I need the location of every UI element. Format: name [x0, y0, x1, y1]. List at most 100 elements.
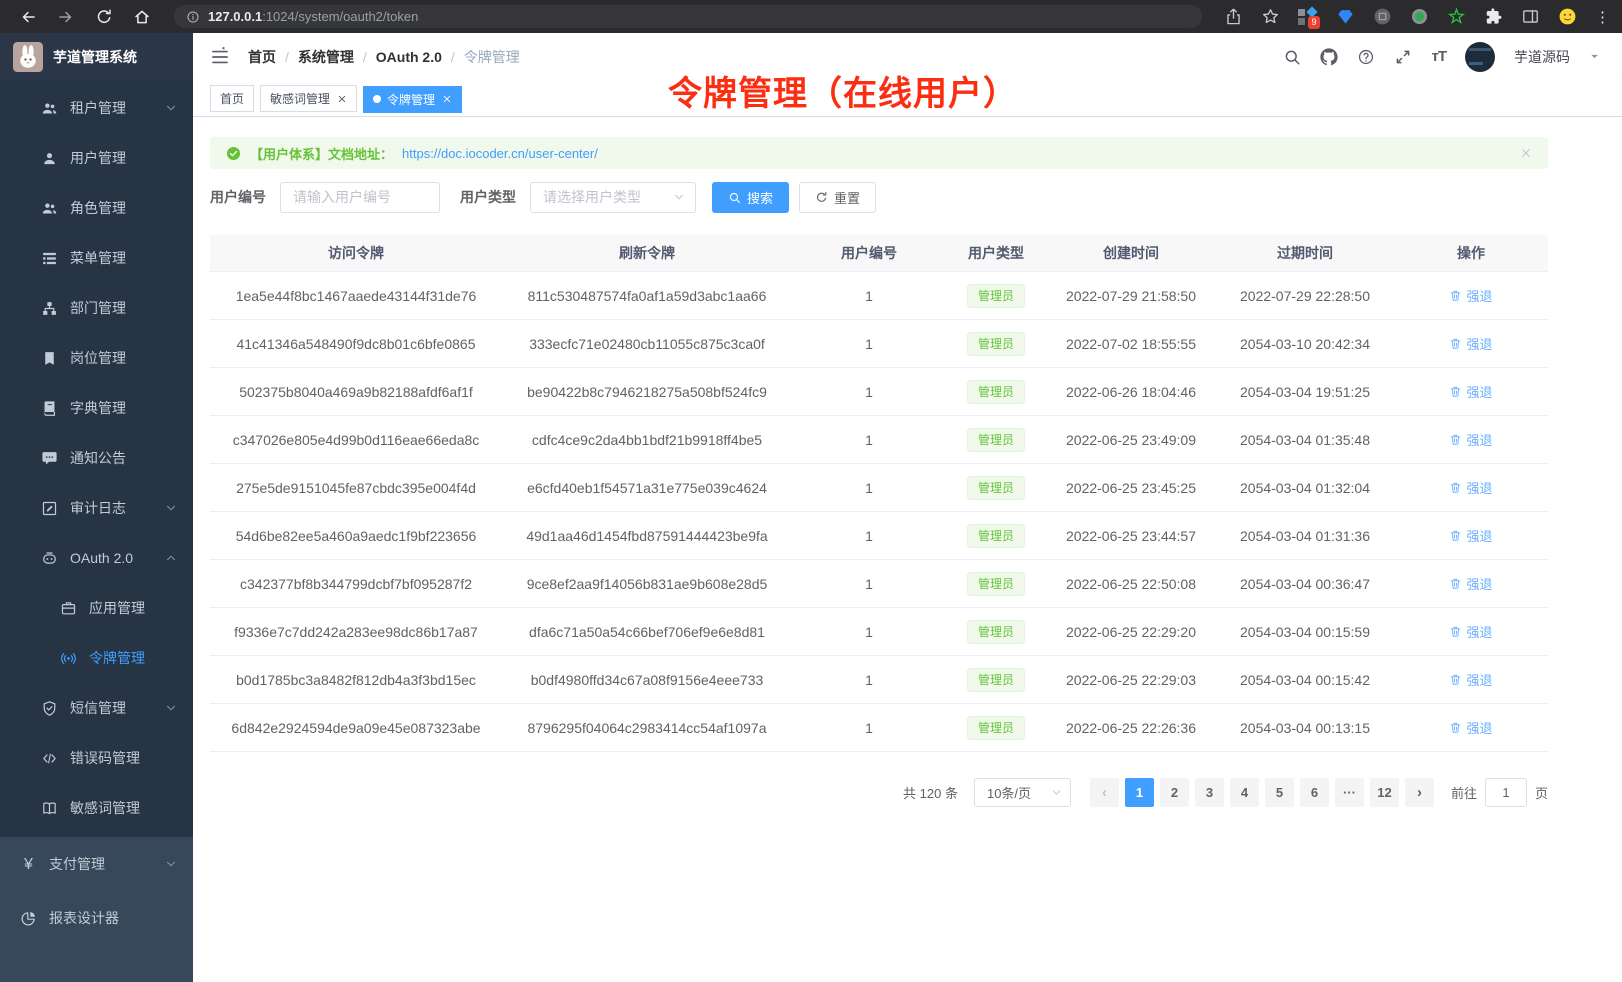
sidebar-item[interactable]: OAuth 2.0	[0, 533, 193, 583]
alert-text: 【用户体系】文档地址：	[250, 144, 393, 163]
browser-back-icon[interactable]	[19, 8, 37, 26]
sidebar-item[interactable]: 敏感词管理	[0, 783, 193, 833]
table-row: 1ea5e44f8bc1467aaede43144f31de76811c5304…	[210, 272, 1548, 320]
side-panel-icon[interactable]	[1521, 7, 1540, 26]
browser-reload-icon[interactable]	[95, 8, 113, 26]
sidebar-item[interactable]: 报表设计器	[0, 891, 193, 945]
prev-page-button[interactable]: ‹	[1090, 778, 1119, 807]
sidebar-fold-icon[interactable]	[210, 47, 230, 67]
page-number-button[interactable]: 1	[1125, 778, 1154, 807]
browser-forward-icon[interactable]	[57, 8, 75, 26]
created-time-cell: 2022-06-25 22:50:08	[1046, 576, 1216, 592]
sidebar-item-label: 菜单管理	[70, 248, 126, 268]
access-token-cell: 275e5de9151045fe87cbdc395e004f4d	[210, 480, 502, 496]
sidebar-item[interactable]: ¥支付管理	[0, 837, 193, 891]
user-type-select[interactable]: 请选择用户类型	[530, 182, 696, 213]
page-number-button[interactable]: 6	[1300, 778, 1329, 807]
force-logout-button[interactable]: 强退	[1449, 718, 1492, 737]
doc-link[interactable]: https://doc.iocoder.cn/user-center/	[402, 146, 598, 161]
caret-down-icon[interactable]	[1589, 51, 1600, 62]
sidebar-item-label: 字典管理	[70, 398, 126, 418]
page-number-button[interactable]: 4	[1230, 778, 1259, 807]
sidebar-item[interactable]: 岗位管理	[0, 333, 193, 383]
view-tab[interactable]: 令牌管理	[363, 86, 462, 113]
fullscreen-icon[interactable]	[1394, 48, 1412, 66]
site-info-icon[interactable]	[186, 10, 200, 24]
column-header: 操作	[1394, 243, 1548, 263]
main-content: 【用户体系】文档地址： https://doc.iocoder.cn/user-…	[193, 117, 1622, 982]
force-logout-button[interactable]: 强退	[1449, 382, 1492, 401]
extension-cluster-icon[interactable]: 9	[1298, 7, 1318, 27]
record-extension-icon[interactable]	[1410, 7, 1429, 26]
app-logo[interactable]: 芋道管理系统	[0, 33, 193, 80]
force-logout-button[interactable]: 强退	[1449, 430, 1492, 449]
sidebar-item[interactable]: 短信管理	[0, 683, 193, 733]
sidebar-menu-root: ¥支付管理报表设计器	[0, 837, 193, 945]
close-icon[interactable]	[442, 94, 452, 104]
extensions-puzzle-icon[interactable]	[1484, 7, 1503, 26]
alert-close-icon[interactable]	[1520, 147, 1532, 159]
font-size-icon[interactable]: тT	[1431, 48, 1446, 65]
close-icon[interactable]	[337, 94, 347, 104]
sidebar-item[interactable]: 角色管理	[0, 183, 193, 233]
force-logout-button[interactable]: 强退	[1449, 334, 1492, 353]
page-number-button[interactable]: 2	[1160, 778, 1189, 807]
page-number-button[interactable]: 5	[1265, 778, 1294, 807]
sidebar-item[interactable]: 令牌管理	[0, 633, 193, 683]
force-logout-label: 强退	[1466, 574, 1492, 593]
breadcrumb-item[interactable]: 系统管理	[298, 47, 354, 67]
sidebar-item[interactable]: 字典管理	[0, 383, 193, 433]
view-tab[interactable]: 首页	[210, 85, 254, 112]
table-header-row: 访问令牌刷新令牌用户编号用户类型创建时间过期时间操作	[210, 235, 1548, 272]
page-number-button[interactable]: 3	[1195, 778, 1224, 807]
view-tab[interactable]: 敏感词管理	[260, 85, 357, 112]
browser-home-icon[interactable]	[133, 8, 151, 26]
bookmark-star-icon[interactable]	[1261, 7, 1280, 26]
expire-time-cell: 2054-03-04 00:15:59	[1216, 624, 1394, 640]
profile-avatar-icon[interactable]	[1558, 7, 1577, 26]
user-type-cell: 管理员	[946, 524, 1046, 548]
sidebar-item[interactable]: 通知公告	[0, 433, 193, 483]
token-icon	[60, 650, 77, 667]
actions-cell: 强退	[1394, 382, 1548, 401]
page-number-button[interactable]: 12	[1370, 778, 1399, 807]
force-logout-button[interactable]: 强退	[1449, 526, 1492, 545]
page-size-select[interactable]: 10条/页	[974, 778, 1071, 807]
breadcrumb-item[interactable]: 首页	[248, 47, 276, 67]
tab-label: 令牌管理	[387, 91, 435, 108]
circle-extension-icon[interactable]	[1373, 7, 1392, 26]
gem-extension-icon[interactable]	[1336, 7, 1355, 26]
expire-time-cell: 2054-03-10 20:42:34	[1216, 336, 1394, 352]
goto-page-input[interactable]	[1485, 778, 1527, 807]
actions-cell: 强退	[1394, 574, 1548, 593]
sidebar-item[interactable]: 部门管理	[0, 283, 193, 333]
help-icon[interactable]	[1357, 48, 1375, 66]
reset-button[interactable]: 重置	[799, 182, 876, 213]
search-icon[interactable]	[1283, 48, 1301, 66]
breadcrumb-item[interactable]: OAuth 2.0	[376, 49, 442, 65]
force-logout-button[interactable]: 强退	[1449, 574, 1492, 593]
user-id-input[interactable]	[280, 182, 440, 213]
sidebar-item[interactable]: 菜单管理	[0, 233, 193, 283]
sidebar-item-label: 部门管理	[70, 298, 126, 318]
force-logout-button[interactable]: 强退	[1449, 670, 1492, 689]
sidebar-item[interactable]: 审计日志	[0, 483, 193, 533]
address-bar[interactable]: 127.0.0.1:1024/system/oauth2/token	[174, 5, 1202, 28]
star-extension-icon[interactable]	[1447, 7, 1466, 26]
github-icon[interactable]	[1320, 48, 1338, 66]
share-icon[interactable]	[1224, 7, 1243, 26]
next-page-button[interactable]: ›	[1405, 778, 1434, 807]
sidebar-item[interactable]: 租户管理	[0, 83, 193, 133]
sidebar-item[interactable]: 应用管理	[0, 583, 193, 633]
user-avatar[interactable]	[1465, 42, 1495, 72]
force-logout-button[interactable]: 强退	[1449, 286, 1492, 305]
sidebar-item[interactable]: 用户管理	[0, 133, 193, 183]
column-header: 过期时间	[1216, 243, 1394, 263]
search-button[interactable]: 搜索	[712, 182, 789, 213]
more-pages-button[interactable]: ···	[1335, 778, 1364, 807]
browser-menu-icon[interactable]: ⋮	[1595, 8, 1610, 26]
access-token-cell: 502375b8040a469a9b82188afdf6af1f	[210, 384, 502, 400]
force-logout-button[interactable]: 强退	[1449, 478, 1492, 497]
force-logout-button[interactable]: 强退	[1449, 622, 1492, 641]
sidebar-item[interactable]: 错误码管理	[0, 733, 193, 783]
